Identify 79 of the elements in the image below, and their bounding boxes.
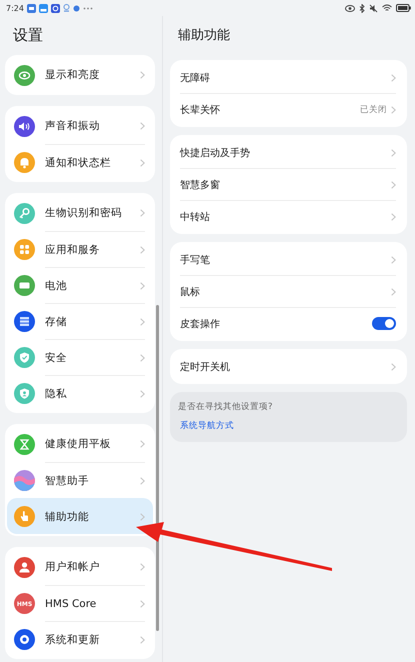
item-label: 生物识别和密码 [45,206,122,220]
setting-label: 定时开关机 [180,360,231,374]
item-label: 系统和更新 [45,632,100,646]
notification-icon [62,4,70,12]
chevron-icon [140,122,145,130]
chevron-icon [140,71,145,79]
chevron-icon [391,212,396,220]
settings-item[interactable]: 安全 [7,339,153,375]
settings-item[interactable]: 显示和亮度 [7,57,153,93]
settings-item[interactable]: 应用和服务 [7,231,153,267]
settings-item[interactable]: 健康使用平板 [7,426,153,462]
settings-item[interactable]: 通知和状态栏 [7,144,153,180]
more-icon [82,6,93,10]
chevron-icon [140,636,145,644]
item-label: 隐私 [45,386,67,400]
chevron-icon [140,318,145,326]
eye-icon [345,4,355,12]
navigation-link[interactable]: 系统导航方式 [180,420,234,432]
setting-label: 长辈关怀 [180,104,221,116]
battery-icon [396,4,411,12]
settings-item[interactable]: 辅助功能 [7,498,153,534]
chevron-icon [140,563,145,571]
setting-label: 中转站 [180,210,211,224]
chevron-icon [391,256,396,264]
setting-label: 手写笔 [180,254,211,266]
item-label: HMS Core [45,598,96,610]
settings-item[interactable]: 系统和更新 [7,621,153,657]
item-label: 电池 [45,278,67,292]
chevron-icon [391,180,396,188]
item-label: 智慧助手 [45,474,89,488]
item-label: 通知和状态栏 [45,156,111,170]
setting-label: 鼠标 [180,286,201,298]
chevron-icon [140,158,145,166]
settings-item[interactable]: 声音和振动 [7,108,153,144]
item-label: 显示和亮度 [45,68,100,82]
chevron-icon [391,106,396,114]
suggestion-text: 是否在寻找其他设置项? [178,401,274,413]
item-label: 安全 [45,350,67,364]
item-label: 辅助功能 [45,510,89,524]
mail-icon [26,4,36,12]
chevron-icon [140,440,145,448]
item-label: 用户和帐户 [45,560,100,574]
scrollbar[interactable] [156,305,158,631]
page-title: 辅助功能 [177,27,231,45]
toggle-switch[interactable] [372,317,396,330]
chevron-icon [140,246,145,254]
setting-value: 已关闭 [360,104,387,116]
notification-icon [72,4,80,12]
settings-item[interactable]: 用户和帐户 [7,549,153,585]
wifi-icon [382,4,392,12]
chevron-icon [391,288,396,296]
settings-item[interactable]: 存储 [7,303,153,339]
app-icon [38,4,48,12]
chevron-icon [140,282,145,290]
item-label: 声音和振动 [45,119,100,133]
settings-item[interactable]: 电池 [7,267,153,303]
app-icon [50,4,60,12]
clock-time: 7:24 [6,4,24,12]
chevron-icon [391,362,396,370]
setting-label: 智慧多窗 [180,178,221,192]
setting-label: 皮套操作 [180,318,221,330]
chevron-icon [140,354,145,362]
chevron-icon [140,209,145,217]
chevron-icon [140,600,145,608]
mute-icon [369,4,378,12]
settings-item[interactable]: 生物识别和密码 [7,195,153,231]
bluetooth-icon [359,4,365,12]
chevron-icon [140,476,145,484]
chevron-icon [140,512,145,520]
settings-item[interactable]: 隐私 [7,375,153,411]
page-title: 设置 [12,25,44,46]
chevron-icon [391,148,396,156]
chevron-icon [140,390,145,398]
setting-label: 快捷启动及手势 [180,146,251,160]
chevron-icon [391,74,396,82]
item-label: 应用和服务 [45,242,100,256]
item-label: 存储 [45,314,67,328]
setting-label: 无障碍 [180,72,211,84]
item-label: 健康使用平板 [45,437,111,451]
